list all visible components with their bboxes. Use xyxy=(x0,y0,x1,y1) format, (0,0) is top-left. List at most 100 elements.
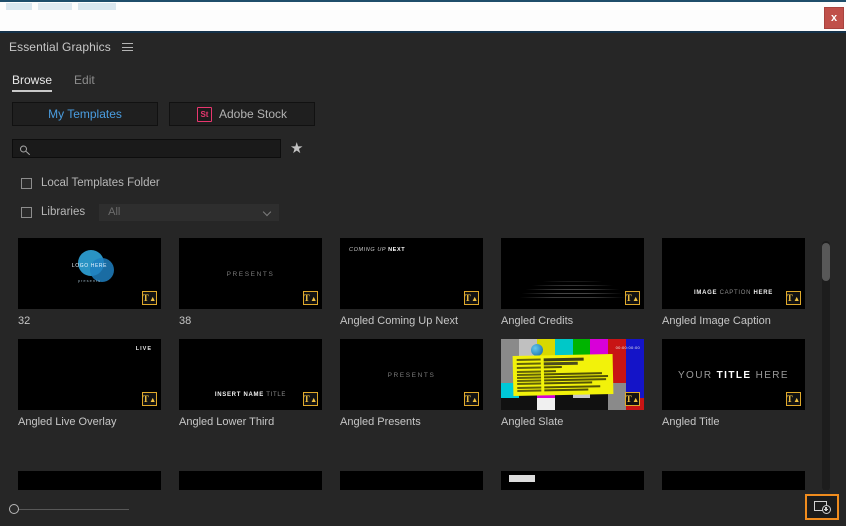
logo-subtext: presents xyxy=(77,278,102,283)
libraries-select-value: All xyxy=(108,206,121,218)
color-bars-bottom xyxy=(501,398,644,410)
template-thumbnail[interactable]: LOGO HERE presents T ▲ xyxy=(18,238,161,309)
text-warning-badge-icon: T ▲ xyxy=(625,392,640,406)
template-thumbnail[interactable]: LIVE T ▲ xyxy=(18,339,161,410)
template-cell[interactable]: PRESENTS T ▲ 38 xyxy=(179,238,322,339)
libraries-select[interactable]: All xyxy=(99,203,280,221)
hamburger-menu-icon[interactable] xyxy=(121,41,134,53)
new-layer-button[interactable] xyxy=(805,494,839,520)
text-warning-badge-icon: T ▲ xyxy=(625,291,640,305)
template-cell[interactable]: PRESENTS T ▲ Angled Presents xyxy=(340,339,483,440)
template-thumbnail[interactable]: IMAGE CAPTION HERE T ▲ xyxy=(662,238,805,309)
template-thumbnail[interactable] xyxy=(340,471,483,491)
libraries-filter-row: Libraries All xyxy=(0,199,846,225)
template-cell[interactable]: LIVE T ▲ Angled Live Overlay xyxy=(18,339,161,440)
template-name: 32 xyxy=(18,315,31,327)
presents-text: PRESENTS xyxy=(226,271,275,278)
search-box[interactable] xyxy=(12,139,281,158)
template-cell[interactable]: 00:00:00:00 T ▲ Angled Slate xyxy=(501,339,644,440)
template-name: Angled Live Overlay xyxy=(18,416,117,428)
adobe-stock-button[interactable]: St Adobe Stock xyxy=(169,102,315,126)
template-cell[interactable]: LOGO HERE presents T ▲ 32 xyxy=(18,238,161,339)
cap-b: CAPTION xyxy=(719,290,754,296)
panel-header: Essential Graphics xyxy=(0,35,846,59)
template-grid: LOGO HERE presents T ▲ 32 PRESENTS T ▲ 3… xyxy=(18,238,824,440)
template-name: Angled Image Caption xyxy=(662,315,771,327)
image-caption-text: IMAGE CAPTION HERE xyxy=(662,290,805,296)
text-warning-badge-icon: T ▲ xyxy=(303,291,318,305)
thumbnail-art-image-caption: IMAGE CAPTION HERE xyxy=(662,238,805,309)
presents-text: PRESENTS xyxy=(387,372,436,379)
template-thumbnail[interactable] xyxy=(501,471,644,491)
template-thumbnail[interactable]: PRESENTS T ▲ xyxy=(340,339,483,410)
title-text: YOUR TITLE HERE xyxy=(662,370,805,381)
page-title: Essential Graphics xyxy=(9,40,111,54)
tab-edit[interactable]: Edit xyxy=(74,73,95,92)
thumbnail-size-slider[interactable] xyxy=(9,503,129,515)
search-input[interactable] xyxy=(13,142,280,155)
libraries-checkbox[interactable] xyxy=(21,206,32,218)
thumbnail-art-lower-third: INSERT NAME TITLE xyxy=(179,339,322,410)
badge-letter: T xyxy=(786,293,793,303)
adobe-stock-label: Adobe Stock xyxy=(218,107,288,121)
browser-top-strip: x xyxy=(0,0,846,33)
template-name: Angled Presents xyxy=(340,416,421,428)
template-name: Angled Title xyxy=(662,416,720,428)
thumbnail-art-coming-up-next: COMING UP NEXT xyxy=(340,238,483,309)
template-thumbnail[interactable]: INSERT NAME TITLE T ▲ xyxy=(179,339,322,410)
coming-up-next-text: COMING UP NEXT xyxy=(349,247,405,253)
template-cell[interactable]: T ▲ Angled Credits xyxy=(501,238,644,339)
text-warning-badge-icon: T ▲ xyxy=(464,291,479,305)
cun-strong: NEXT xyxy=(388,247,406,253)
thumbnail-art-credits xyxy=(501,238,644,309)
template-thumbnail[interactable] xyxy=(662,471,805,491)
template-cell[interactable]: COMING UP NEXT T ▲ Angled Coming Up Next xyxy=(340,238,483,339)
grid-scrollbar[interactable] xyxy=(822,241,830,491)
template-thumbnail[interactable]: COMING UP NEXT T ▲ xyxy=(340,238,483,309)
template-thumbnail[interactable]: T ▲ xyxy=(501,238,644,309)
thumbnail-art-title: YOUR TITLE HERE xyxy=(662,339,805,410)
slider-handle[interactable] xyxy=(9,504,19,514)
adobe-stock-icon: St xyxy=(196,106,212,122)
template-thumbnail[interactable]: YOUR TITLE HERE T ▲ xyxy=(662,339,805,410)
my-templates-button[interactable]: My Templates xyxy=(12,102,158,126)
slider-track xyxy=(14,508,129,510)
template-name: Angled Slate xyxy=(501,416,564,428)
template-thumbnail[interactable]: 00:00:00:00 T ▲ xyxy=(501,339,644,410)
thumbnail-art-live-overlay: LIVE xyxy=(18,339,161,410)
cap-c: HERE xyxy=(753,290,773,296)
text-warning-badge-icon: T ▲ xyxy=(786,392,801,406)
new-layer-icon xyxy=(813,500,831,514)
local-templates-label[interactable]: Local Templates Folder xyxy=(41,177,160,189)
template-grid-scroll-area[interactable]: LOGO HERE presents T ▲ 32 PRESENTS T ▲ 3… xyxy=(0,238,846,491)
badge-letter: T xyxy=(464,394,471,404)
local-templates-checkbox[interactable] xyxy=(21,177,32,189)
text-warning-badge-icon: T ▲ xyxy=(786,291,801,305)
template-thumbnail[interactable]: PRESENTS T ▲ xyxy=(179,238,322,309)
template-cell[interactable]: INSERT NAME TITLE T ▲ Angled Lower Third xyxy=(179,339,322,440)
template-thumbnail[interactable] xyxy=(18,471,161,491)
thumbnail-art-presents: PRESENTS xyxy=(179,238,322,309)
text-warning-badge-icon: T ▲ xyxy=(464,392,479,406)
l3-b: TITLE xyxy=(266,392,287,398)
template-cell[interactable]: IMAGE CAPTION HERE T ▲ Angled Image Capti… xyxy=(662,238,805,339)
template-cell[interactable]: YOUR TITLE HERE T ▲ Angled Title xyxy=(662,339,805,440)
close-button[interactable]: x xyxy=(824,7,844,29)
badge-letter: T xyxy=(303,293,310,303)
tab-browse[interactable]: Browse xyxy=(12,73,53,92)
slate-info-card xyxy=(512,353,614,397)
partial-thumbnail-chip xyxy=(509,475,535,482)
badge-letter: T xyxy=(142,394,149,404)
slate-timecode: 00:00:00:00 xyxy=(615,345,640,350)
cap-a: IMAGE xyxy=(694,290,720,296)
badge-letter: T xyxy=(625,293,632,303)
my-templates-label: My Templates xyxy=(48,107,122,121)
template-thumbnail[interactable] xyxy=(179,471,322,491)
favorites-star-icon[interactable]: ★ xyxy=(290,141,303,156)
grid-scrollbar-thumb[interactable] xyxy=(822,243,830,281)
libraries-label[interactable]: Libraries xyxy=(41,206,85,218)
l3-a: INSERT NAME xyxy=(214,392,267,398)
text-warning-badge-icon: T ▲ xyxy=(142,392,157,406)
title-c: HERE xyxy=(751,370,789,381)
logo-text: LOGO HERE xyxy=(71,263,108,269)
